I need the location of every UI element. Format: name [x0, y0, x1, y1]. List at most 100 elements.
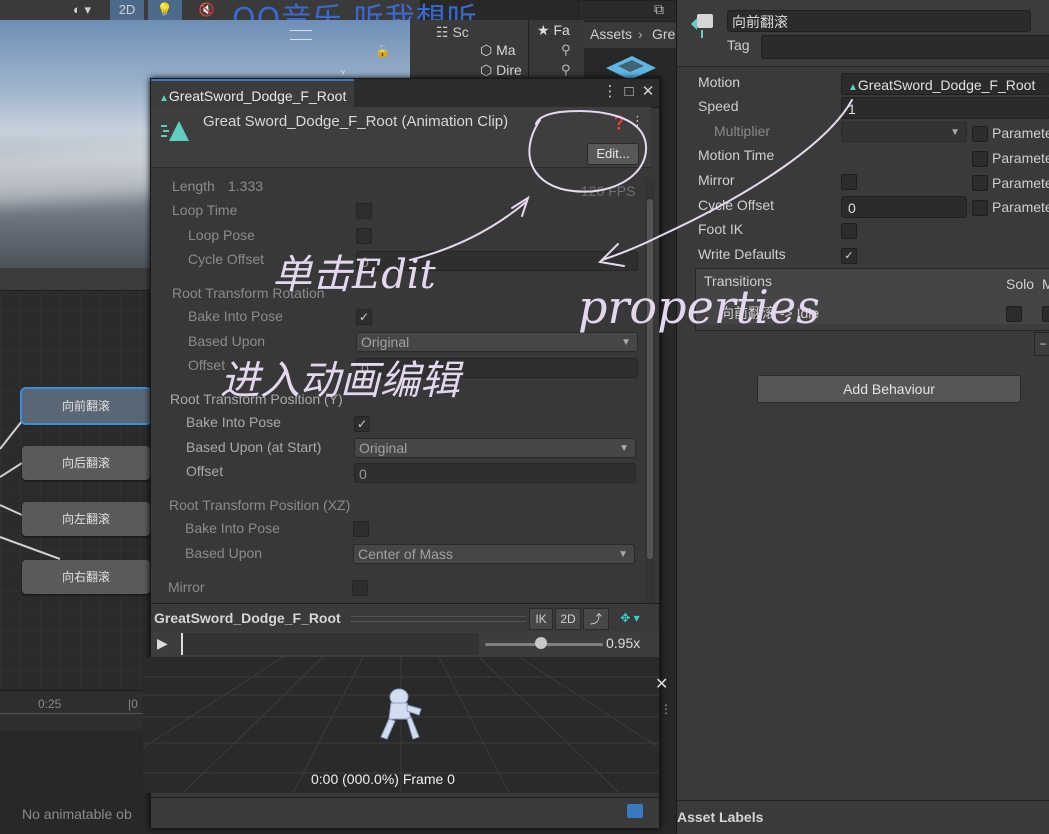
- motion-label: Motion: [698, 74, 741, 90]
- asset-labels-title[interactable]: Asset Labels: [677, 809, 763, 825]
- mute-label: M: [1042, 276, 1049, 292]
- add-behaviour-button[interactable]: Add Behaviour: [757, 375, 1021, 403]
- cycle-offset-parameter-checkbox[interactable]: [972, 200, 988, 216]
- state-node-forward-roll[interactable]: 向前翻滚: [20, 387, 152, 425]
- expand-icon[interactable]: ⧉: [654, 1, 664, 18]
- asset-labels-bar: Asset Labels: [677, 800, 1049, 834]
- audio-toggle-icon[interactable]: 🔇: [190, 0, 224, 20]
- remove-transition-button[interactable]: −: [1034, 332, 1049, 356]
- drag-handle-icon[interactable]: [290, 30, 312, 40]
- breadcrumb-assets[interactable]: Assets: [590, 26, 632, 42]
- length-value: 1.333: [228, 178, 264, 194]
- edit-button[interactable]: Edit...: [587, 143, 639, 165]
- animation-preview-viewport[interactable]: 0:00 (000.0%) Frame 0: [143, 657, 659, 793]
- multiplier-parameter-checkbox[interactable]: [972, 126, 988, 142]
- chevron-down-icon: ▼: [619, 443, 629, 454]
- transition-mute-checkbox[interactable]: [1042, 306, 1049, 322]
- rot-bake-label: Bake Into Pose: [188, 308, 283, 324]
- speed-field[interactable]: 1: [841, 97, 1049, 119]
- loop-time-checkbox[interactable]: [356, 203, 372, 219]
- pivot-toggle-icon[interactable]: ⤴: [583, 608, 609, 630]
- close-panel-icon[interactable]: ✕: [655, 674, 668, 694]
- mirror-label: Mirror: [698, 172, 735, 188]
- 2d-preview-toggle-button[interactable]: 2D: [555, 608, 581, 630]
- tab-animation-clip[interactable]: ▲GreatSword_Dodge_F_Root: [151, 79, 355, 109]
- close-icon[interactable]: ✕: [639, 83, 657, 101]
- dropdown-value: Original: [359, 440, 408, 456]
- timeline-ruler[interactable]: 0:25 |0: [0, 690, 150, 731]
- transition-solo-checkbox[interactable]: [1006, 306, 1022, 322]
- speed-slider-handle[interactable]: [535, 637, 547, 649]
- star-icon: ★: [537, 22, 554, 38]
- search-icon[interactable]: ⚲: [561, 62, 571, 78]
- settings-menu-icon[interactable]: ⋮: [631, 113, 644, 129]
- motion-time-parameter-checkbox[interactable]: [972, 151, 988, 167]
- multiplier-dropdown[interactable]: ▼: [841, 122, 967, 142]
- tab-label: GreatSword_Dodge_F_Root: [168, 88, 347, 104]
- motion-field[interactable]: ▲GreatSword_Dodge_F_Root: [841, 73, 1049, 95]
- draw-mode-dropdown[interactable]: ◐ ▾: [62, 0, 102, 20]
- animator-graph[interactable]: [0, 290, 150, 691]
- lighting-toggle-icon[interactable]: 💡: [148, 0, 182, 20]
- handwritten-click-edit: 单击Edit: [272, 252, 436, 298]
- mirror-checkbox[interactable]: [352, 580, 368, 596]
- foot-ik-checkbox[interactable]: [841, 223, 857, 239]
- posy-bake-label: Bake Into Pose: [186, 414, 281, 430]
- animation-clip-icon: ▲: [848, 82, 858, 93]
- timeline-tick-label: |0: [128, 697, 138, 711]
- chevron-down-icon: ▼: [621, 337, 631, 348]
- clip-title: Great Sword_Dodge_F_Root (Animation Clip…: [203, 113, 509, 130]
- animation-clip-large-icon: [161, 121, 189, 141]
- state-name-field[interactable]: 向前翻滚: [727, 10, 1031, 32]
- posxz-bake-label: Bake Into Pose: [185, 520, 280, 536]
- help-icon[interactable]: ❓: [611, 115, 627, 131]
- motion-value: GreatSword_Dodge_F_Root: [857, 77, 1036, 93]
- project-item[interactable]: ⬡ Dire: [480, 62, 522, 79]
- state-node-backward-roll[interactable]: 向后翻滚: [22, 446, 150, 480]
- state-node-left-roll[interactable]: 向左翻滚: [22, 502, 150, 536]
- posy-based-upon-dropdown[interactable]: Original ▼: [354, 438, 636, 458]
- posxz-based-upon-label: Based Upon: [185, 545, 263, 561]
- lock-icon[interactable]: 🔒: [375, 44, 390, 58]
- state-node-right-roll[interactable]: 向右翻滚: [22, 560, 150, 594]
- root-position-xz-section: Root Transform Position (XZ): [169, 497, 351, 513]
- play-icon[interactable]: ▶: [157, 635, 168, 652]
- preview-clip-name: GreatSword_Dodge_F_Root: [154, 610, 341, 626]
- 2d-toggle-button[interactable]: 2D: [110, 0, 144, 20]
- project-item[interactable]: ⬡ Ma: [480, 42, 516, 59]
- multiplier-label: Multiplier: [714, 123, 771, 139]
- avatar-preview-icon[interactable]: ✥ ▾: [611, 608, 649, 628]
- project-item-label: Ma: [496, 42, 516, 58]
- timeline-tick-label: 0:25: [38, 697, 62, 711]
- tag-label: Tag: [727, 37, 750, 53]
- maximize-icon[interactable]: □: [620, 83, 638, 101]
- rot-bake-checkbox[interactable]: ✓: [356, 309, 372, 325]
- preview-timeline[interactable]: [183, 633, 479, 655]
- preview-toolbar: GreatSword_Dodge_F_Root IK 2D ⤴ ✥ ▾: [151, 603, 659, 633]
- parameter-label: Paramete: [992, 125, 1049, 141]
- more-options-icon[interactable]: ⋮: [601, 83, 619, 101]
- posy-based-upon-label: Based Upon (at Start): [186, 439, 322, 455]
- mirror-checkbox[interactable]: [841, 174, 857, 190]
- posxz-based-upon-dropdown[interactable]: Center of Mass ▼: [353, 544, 635, 564]
- tag-field[interactable]: [761, 35, 1049, 59]
- solo-label: Solo: [1006, 276, 1035, 292]
- ik-toggle-button[interactable]: IK: [529, 608, 553, 630]
- search-icon[interactable]: ⚲: [561, 42, 571, 58]
- favorites-header[interactable]: ★ Fa: [537, 22, 570, 39]
- panel-menu-icon[interactable]: ⋮: [660, 702, 672, 716]
- write-defaults-checkbox[interactable]: ✓: [841, 248, 857, 264]
- write-defaults-label: Write Defaults: [698, 246, 786, 262]
- drag-handle-icon[interactable]: [351, 616, 526, 622]
- breadcrumb-folder[interactable]: Gre: [652, 26, 675, 42]
- posxz-bake-checkbox[interactable]: [353, 521, 369, 537]
- posy-offset-field[interactable]: 0: [354, 463, 636, 483]
- posy-offset-label: Offset: [186, 463, 224, 479]
- cycle-offset-field[interactable]: 0: [841, 196, 967, 218]
- mirror-parameter-checkbox[interactable]: [972, 175, 988, 191]
- posy-bake-checkbox[interactable]: ✓: [354, 416, 370, 432]
- inspector-panel: 向前翻滚 Tag Motion ▲GreatSword_Dodge_F_Root…: [676, 0, 1049, 834]
- asset-label-tag-icon[interactable]: [627, 804, 643, 818]
- scrollbar-thumb[interactable]: [647, 199, 653, 559]
- animation-clip-icon: ▲: [159, 93, 169, 104]
